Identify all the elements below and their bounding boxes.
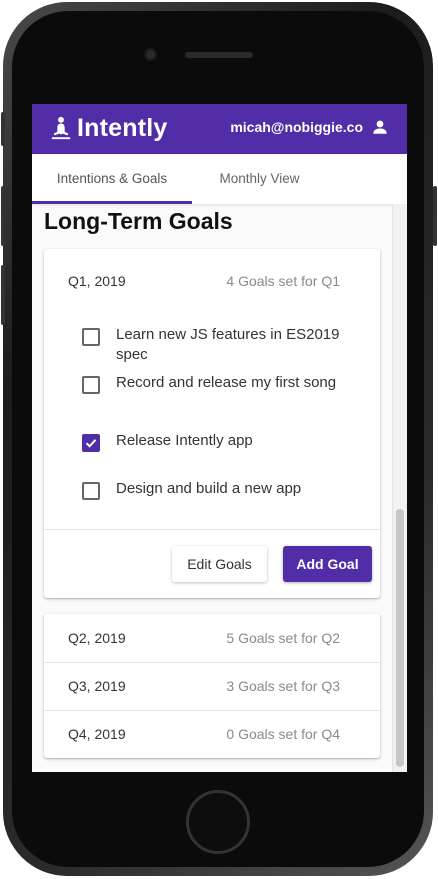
quarter-name: Q3, 2019 [68, 678, 126, 694]
quarter-goal-count: 3 Goals set for Q3 [226, 678, 340, 694]
card-divider [44, 529, 380, 530]
power-button [433, 186, 437, 246]
quarter-goal-count: 5 Goals set for Q2 [226, 630, 340, 646]
goal-text: Release Intently app [116, 432, 253, 449]
tab-monthly-view[interactable]: Monthly View [192, 154, 327, 204]
meditation-icon [51, 116, 71, 139]
quarter-name: Q1, 2019 [68, 273, 126, 289]
volume-down-button [1, 265, 5, 325]
quarter-goal-count: 0 Goals set for Q4 [226, 726, 340, 742]
quarter-name: Q4, 2019 [68, 726, 126, 742]
edit-goals-button[interactable]: Edit Goals [172, 546, 267, 582]
goal-item[interactable]: Learn new JS features in ES2019 spec [82, 325, 352, 365]
front-camera [144, 48, 157, 61]
home-button[interactable] [186, 790, 250, 854]
active-tab-indicator [32, 201, 192, 204]
checkbox[interactable] [82, 482, 100, 500]
add-goal-button[interactable]: Add Goal [283, 546, 372, 582]
goal-item[interactable]: Design and build a new app [82, 479, 352, 500]
goal-item[interactable]: Release Intently app [82, 431, 352, 452]
check-icon [85, 439, 97, 448]
quarter-header-q4[interactable]: Q4, 2019 0 Goals set for Q4 [44, 710, 380, 758]
person-icon[interactable] [371, 118, 389, 136]
goal-text: Design and build a new app [116, 480, 302, 497]
user-email: micah@nobiggie.co [230, 119, 363, 135]
section-title: Long-Term Goals [44, 208, 233, 234]
goal-text: Record and release my first song [116, 374, 337, 391]
earpiece-speaker [185, 52, 253, 58]
app-bar: Intently micah@nobiggie.co [32, 104, 407, 154]
quarter-header-q2[interactable]: Q2, 2019 5 Goals set for Q2 [44, 614, 380, 662]
goal-text: Learn new JS features in ES2019 spec [116, 326, 340, 363]
brand[interactable]: Intently [50, 114, 168, 143]
app-screen: Intently micah@nobiggie.co Intentions & … [32, 104, 407, 772]
quarter-list: Q2, 2019 5 Goals set for Q2 Q3, 2019 3 G… [44, 614, 380, 758]
scrollbar-thumb[interactable] [396, 509, 404, 767]
checkbox-checked[interactable] [82, 434, 100, 452]
goal-item[interactable]: Record and release my first song [82, 373, 352, 394]
tab-bar: Intentions & Goals Monthly View [32, 154, 407, 204]
tab-intentions-goals[interactable]: Intentions & Goals [32, 154, 192, 204]
quarter-card-q1: Q1, 2019 4 Goals set for Q1 Learn new JS… [44, 249, 380, 598]
checkbox[interactable] [82, 376, 100, 394]
quarter-header-q1[interactable]: Q1, 2019 4 Goals set for Q1 [44, 257, 380, 305]
volume-up-button [1, 186, 5, 246]
mute-switch [1, 112, 5, 146]
quarter-header-q3[interactable]: Q3, 2019 3 Goals set for Q3 [44, 662, 380, 710]
checkbox[interactable] [82, 328, 100, 346]
quarter-name: Q2, 2019 [68, 630, 126, 646]
app-title: Intently [77, 114, 168, 142]
user-menu[interactable]: micah@nobiggie.co [230, 118, 389, 136]
quarter-goal-count: 4 Goals set for Q1 [226, 273, 340, 289]
